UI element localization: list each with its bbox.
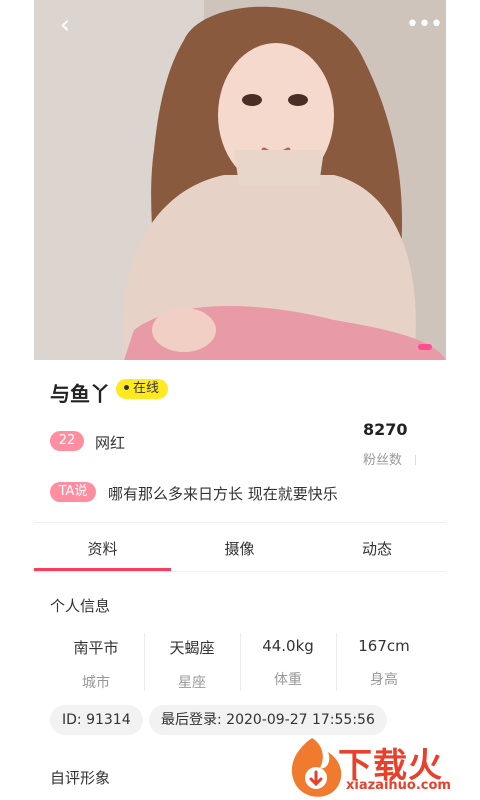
profile-photo[interactable] [34,0,446,360]
info-label: 身高 [370,672,398,688]
profile-photo-illustration [34,0,446,360]
info-value: 南平市 [73,639,119,657]
info-label: 城市 [82,675,110,691]
tab-videos[interactable]: 摄像 [171,538,308,562]
online-status-badge: 在线 [116,379,169,399]
more-dots-icon: ••• [406,12,443,37]
age-badge: 22 [50,431,84,451]
tab-moments[interactable]: 动态 [308,538,446,562]
fans-count: 8270 [363,420,408,439]
online-dot-icon [124,385,129,390]
profile-signature: 哪有那么多来日方长 现在就要快乐 [108,485,338,503]
more-button[interactable]: ••• [406,10,443,40]
self-eval-title: 自评形象 [50,769,111,787]
info-label: 星座 [178,675,206,691]
divider [34,522,446,523]
info-cell-height: 167cm 身高 [336,633,432,691]
user-id-pill: ID: 91314 [50,705,143,735]
photo-page-indicator [418,344,432,350]
last-login-pill: 最后登录: 2020-09-27 17:55:56 [149,705,387,735]
info-cell-zodiac: 天蝎座 星座 [144,633,240,691]
ta-says-badge: TA说 [50,482,96,502]
fans-label: 粉丝数 [363,453,403,468]
info-label: 体重 [274,672,302,688]
info-value: 167cm [358,637,410,655]
profile-tag: 网红 [95,434,126,452]
info-cell-city: 南平市 城市 [48,633,144,691]
info-value: 44.0kg [262,637,314,655]
tab-profile-info[interactable]: 资料 [34,538,171,562]
info-value: 天蝎座 [169,639,215,657]
chevron-left-icon: ‹ [59,10,71,40]
watermark-url: xiazaihuo.com [346,778,451,793]
fans-divider [415,455,416,465]
profile-name: 与鱼丫 [50,382,110,406]
info-cell-weight: 44.0kg 体重 [240,633,336,691]
online-status-text: 在线 [133,381,160,396]
tabs-divider [34,571,446,572]
back-button[interactable]: ‹ [50,10,80,40]
personal-info-title: 个人信息 [50,597,111,615]
